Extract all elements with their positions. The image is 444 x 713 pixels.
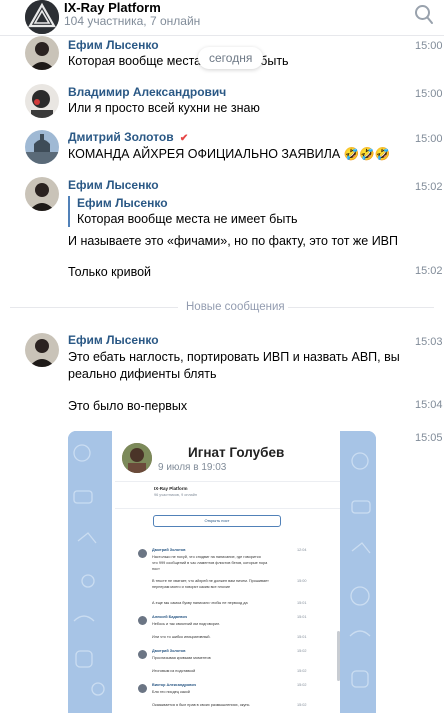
inner-author: Дмитрий Золотов <box>152 548 186 552</box>
message-author[interactable]: Ефим Лысенко <box>68 333 159 347</box>
message-text: КОМАНДА АЙХРЕЯ ОФИЦИАЛЬНО ЗАЯВИЛА 🤣🤣🤣 <box>68 147 391 161</box>
avatar <box>138 616 147 625</box>
avatar[interactable] <box>25 177 59 211</box>
avatar <box>122 443 152 473</box>
inner-text: Итоговым из подставкой <box>152 669 196 673</box>
divider-line <box>288 307 434 308</box>
inner-time: 12:04 <box>297 548 307 552</box>
inner-time: 15:01 <box>297 615 307 619</box>
inner-text: что 999 сообщений в час ламентов флиcтов… <box>152 561 268 565</box>
new-messages-divider: Новые сообщения <box>186 301 285 313</box>
inner-time: 15:02 <box>297 703 307 707</box>
inner-time: 15:02 <box>297 649 307 653</box>
message-time: 15:04 <box>415 399 443 411</box>
message-author[interactable]: Дмитрий Золотов ✔ <box>68 130 188 144</box>
avatar <box>138 549 147 558</box>
inner-text: Небось и так свиолчий им подговорил. <box>152 622 221 626</box>
inner-chat-sub: 96 участников, 9 онлайн <box>154 493 197 497</box>
message-text: И называете это «фичами», но по факту, э… <box>68 234 398 248</box>
chat-header: IX-Ray Platform 104 участника, 7 онлайн <box>0 0 444 36</box>
reply-author[interactable]: Ефим Лысенко <box>77 196 168 210</box>
inner-text: Настолько не похуй, что сподвиг на напис… <box>152 555 261 559</box>
inner-time: 15:01 <box>297 635 307 639</box>
avatar <box>138 650 147 659</box>
inner-time: 15:02 <box>297 683 307 687</box>
message-time: 15:00 <box>415 40 443 52</box>
message-time: 15:05 <box>415 432 443 444</box>
reply-text[interactable]: Которая вообще места не имеет быть <box>77 212 298 226</box>
message-time: 15:00 <box>415 88 443 100</box>
search-icon[interactable] <box>414 4 434 26</box>
verified-icon: ✔ <box>179 133 189 144</box>
post-author: Игнат Голубев <box>188 445 285 460</box>
inner-author: Алексей Бадаевич <box>152 615 188 619</box>
inner-chat-title: IX-Ray Platform <box>154 486 188 491</box>
avatar[interactable] <box>25 130 59 164</box>
message-author[interactable]: Ефим Лысенко <box>68 178 159 192</box>
message-time: 15:02 <box>415 181 443 193</box>
inner-text: пост <box>152 567 160 571</box>
avatar <box>138 684 147 693</box>
message-text: Это было во-первых <box>68 399 188 413</box>
message-time: 15:00 <box>415 133 443 145</box>
inner-time: 15:01 <box>297 601 307 605</box>
reply-bar <box>68 196 70 227</box>
message-text: Или я просто всей кухни не знаю <box>68 101 260 115</box>
open-post-button: Открыть пост <box>153 515 281 527</box>
inner-text: Прослизывая кривыми моментов <box>152 656 211 660</box>
message-text: Только кривой <box>68 265 152 279</box>
inner-time: 15:00 <box>297 579 307 583</box>
inner-text: Или что то шибко инициативный. <box>152 635 211 639</box>
message-text-line: реально дифиенты блять <box>68 367 217 381</box>
divider-line <box>10 307 178 308</box>
inner-text: А еще мы самоа букву написали чтобы не п… <box>152 601 248 605</box>
inner-text: В тексте не хватает, что айхрей не долже… <box>152 579 269 583</box>
chat-title[interactable]: IX-Ray Platform <box>64 0 161 15</box>
chat-avatar[interactable] <box>25 0 59 34</box>
message-author[interactable]: Владимир Александрович <box>68 85 226 99</box>
chat-members-count[interactable]: 104 участника, 7 онлайн <box>64 14 200 28</box>
inner-text: Оказывается я был прав в своих размышлен… <box>152 703 250 707</box>
inner-author: Дмитрий Золотов <box>152 649 186 653</box>
message-author[interactable]: Ефим Лысенко <box>68 38 159 52</box>
avatar[interactable] <box>25 333 59 367</box>
avatar[interactable] <box>25 36 59 70</box>
message-time: 15:03 <box>415 336 443 348</box>
message-text-line: Это ебать наглость, портировать ИВП и на… <box>68 350 400 364</box>
author-name[interactable]: Дмитрий Золотов <box>68 130 174 144</box>
inner-text: Бля это писдец какой <box>152 690 190 694</box>
inner-text: пернерам моего и говорят каким все плохи… <box>152 585 231 589</box>
avatar[interactable] <box>25 84 59 118</box>
date-separator: сегодня <box>198 47 264 69</box>
scrollbar <box>337 631 340 681</box>
inner-time: 15:02 <box>297 669 307 673</box>
message-time: 15:02 <box>415 265 443 277</box>
post-date: 9 июля в 19:03 <box>158 462 227 473</box>
inner-chat-header <box>115 481 340 509</box>
inner-author: Виктор Александрович <box>152 683 197 687</box>
photo-attachment[interactable]: Игнат Голубев 9 июля в 19:03 IX-Ray Plat… <box>68 431 376 713</box>
